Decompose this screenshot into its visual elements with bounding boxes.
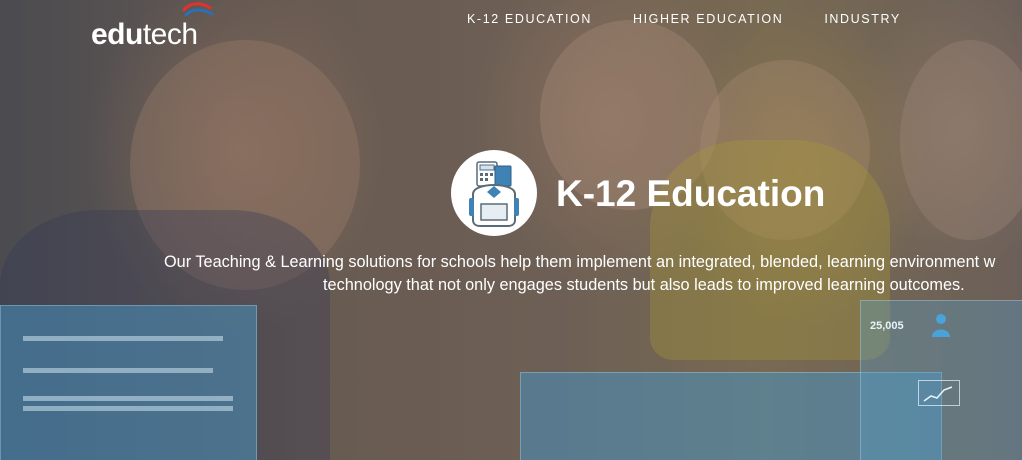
stat-value: 25,005 xyxy=(870,320,904,332)
description-line-1: Our Teaching & Learning solutions for sc… xyxy=(164,253,996,271)
category-badge xyxy=(451,150,537,236)
description-line-2: technology that not only engages student… xyxy=(323,276,965,294)
panel-bar xyxy=(23,368,213,373)
person-icon xyxy=(932,314,950,337)
panel-bar xyxy=(23,336,223,341)
nav-item-industry[interactable]: INDUSTRY xyxy=(824,12,900,26)
logo-text-light: tech xyxy=(142,18,198,51)
page-title: K-12 Education xyxy=(556,173,826,214)
panel-bar xyxy=(23,396,233,401)
logo-text-bold: edu xyxy=(91,18,143,51)
bar-chart-icon xyxy=(918,380,960,406)
nav-item-k12-education[interactable]: K-12 EDUCATION xyxy=(467,12,592,26)
hero-description: Our Teaching & Learning solutions for sc… xyxy=(164,251,1022,297)
brand-logo[interactable]: edutech xyxy=(91,18,198,52)
logo-swoosh-icon xyxy=(182,2,214,17)
panel-bar xyxy=(23,406,233,411)
nav-item-higher-education[interactable]: HIGHER EDUCATION xyxy=(633,12,783,26)
data-panel-left xyxy=(0,305,257,460)
backpack-icon xyxy=(469,161,519,227)
main-nav: K-12 EDUCATION HIGHER EDUCATION INDUSTRY xyxy=(467,12,901,26)
